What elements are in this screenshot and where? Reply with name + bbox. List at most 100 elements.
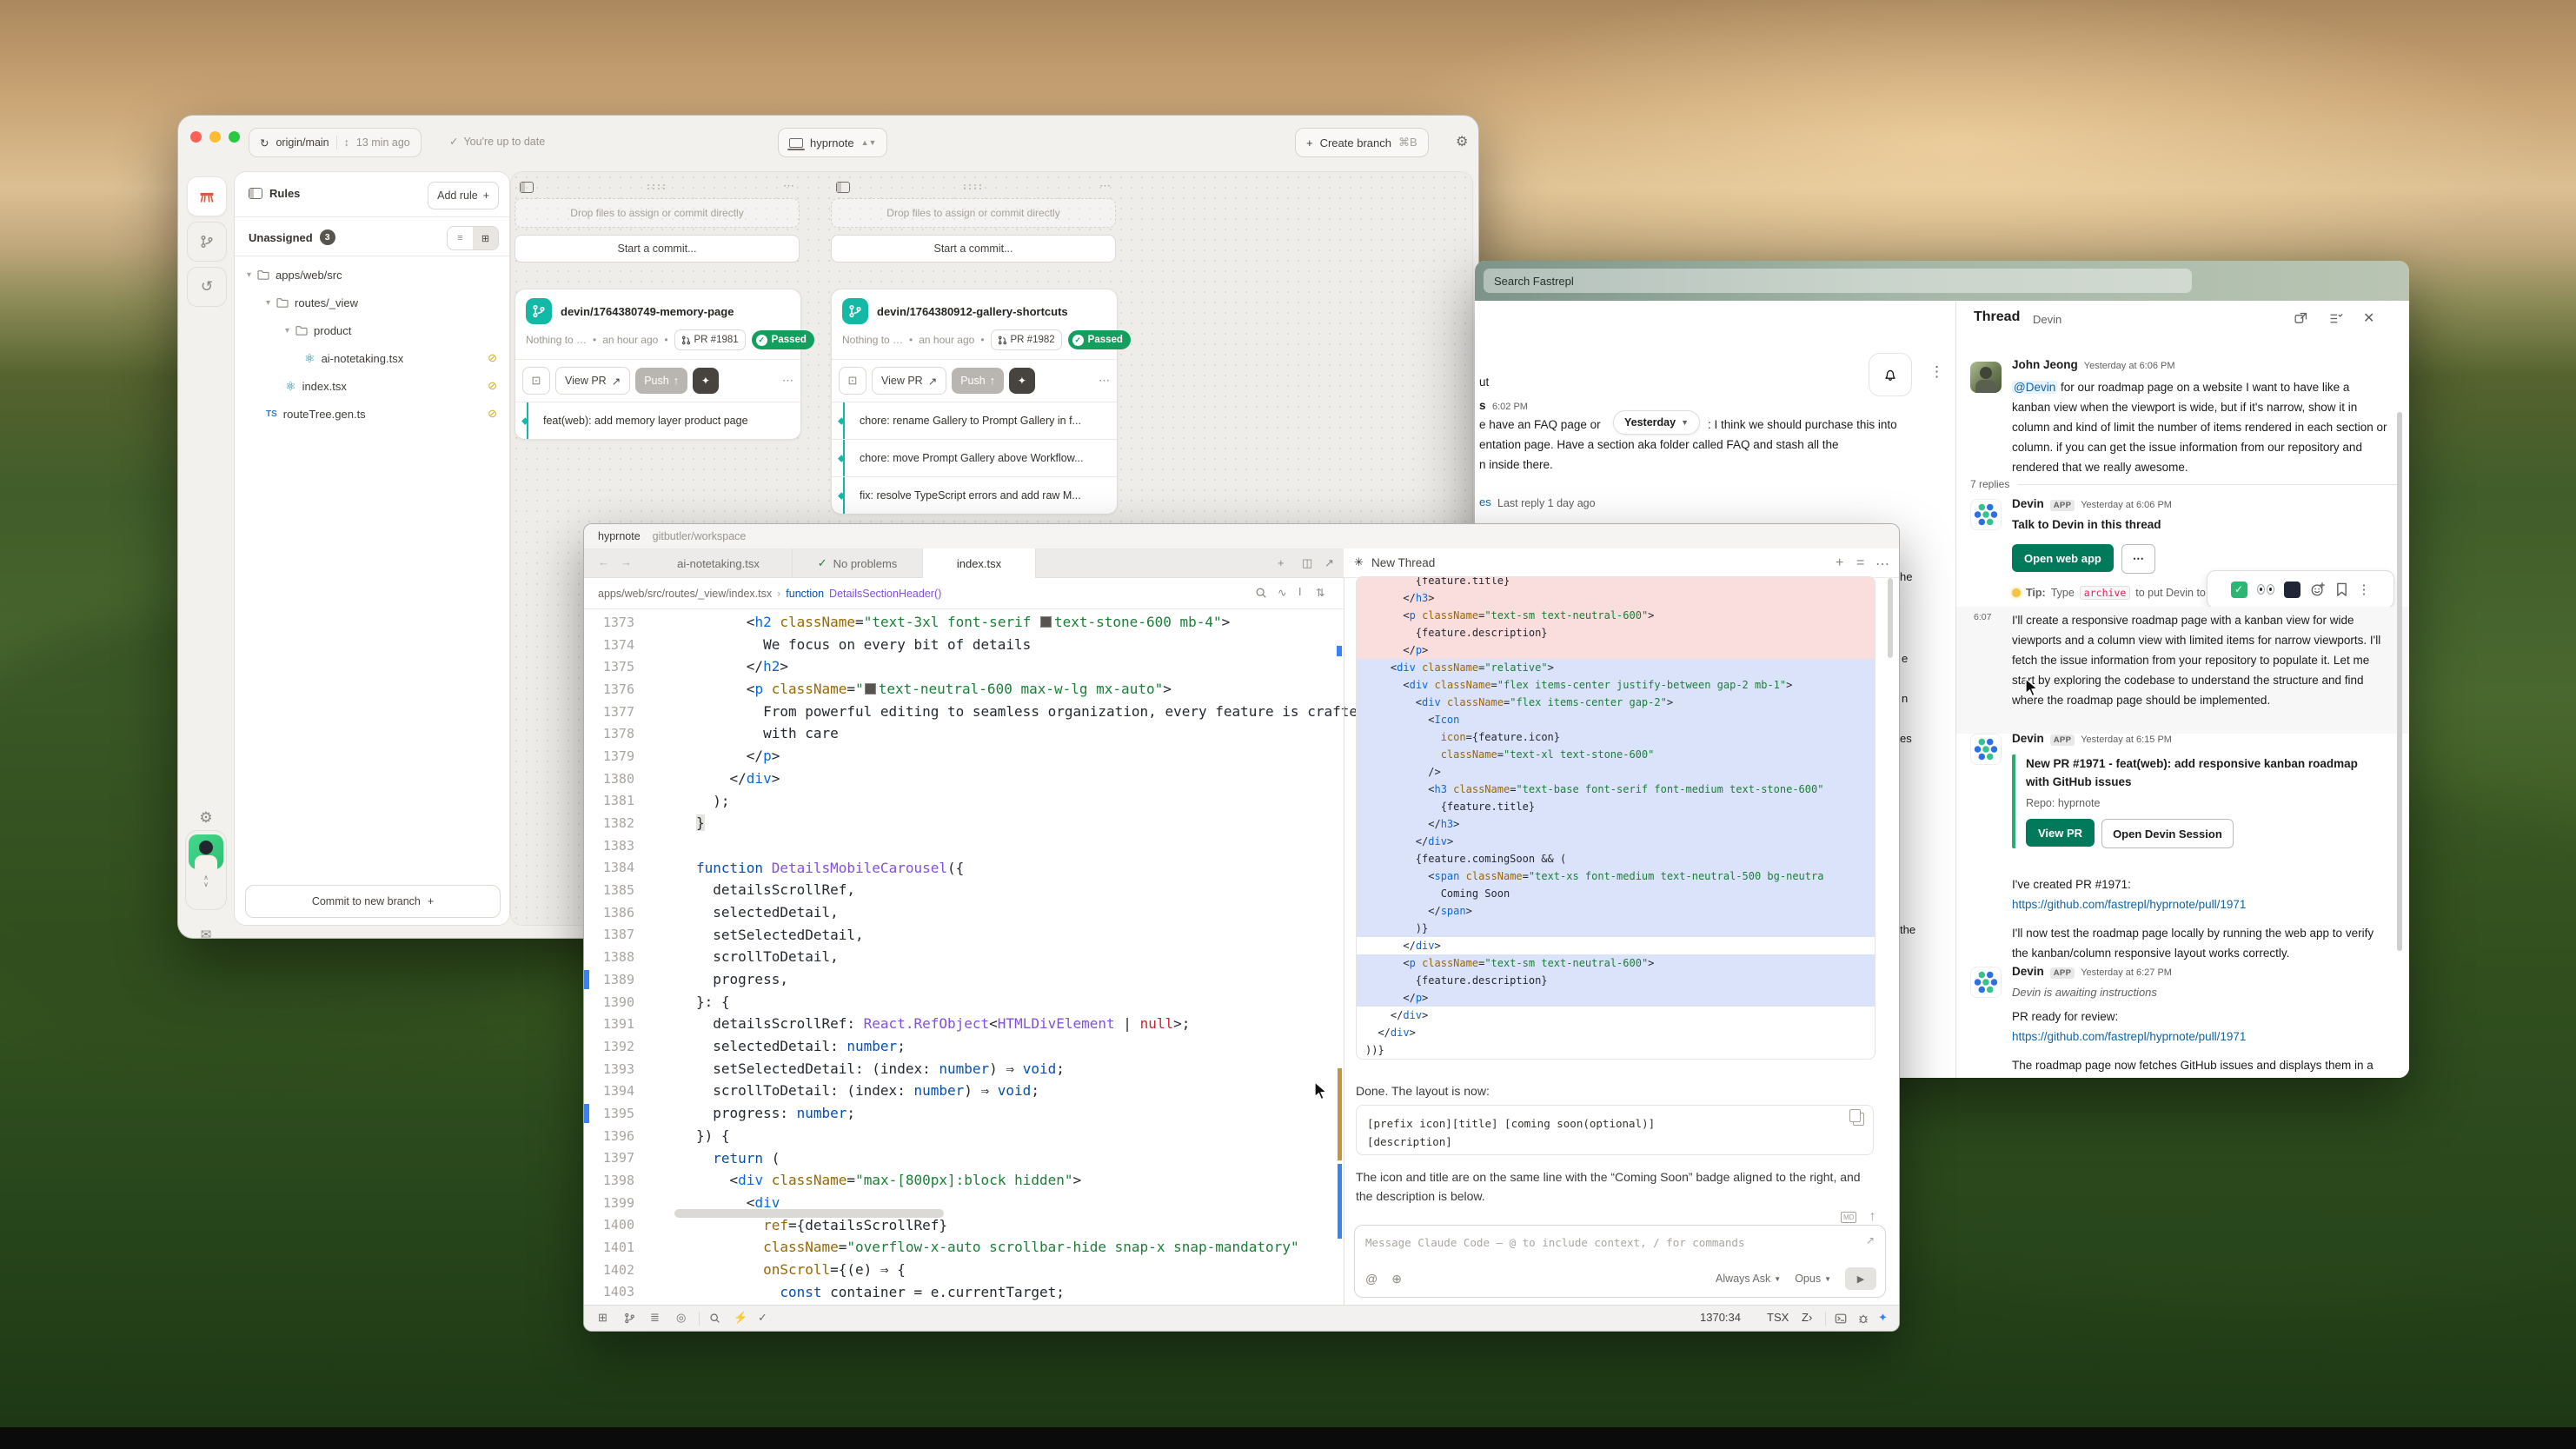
save-for-later-button[interactable]	[2335, 582, 2348, 597]
selection-icon[interactable]: ∿	[1278, 586, 1286, 599]
outline-panel-icon[interactable]: ≣	[650, 1311, 660, 1325]
lane-menu-button[interactable]: ⋯	[1099, 179, 1111, 193]
thread-list-button[interactable]: =	[1856, 555, 1864, 571]
base-branch-button[interactable]: ↻ origin/main ↕ 13 min ago	[249, 128, 422, 157]
scrollbar[interactable]	[2397, 412, 2402, 951]
quick-actions-icon[interactable]: ⚡	[734, 1311, 747, 1325]
branch-card-header[interactable]: devin/1764380749-memory-page	[515, 289, 800, 328]
project-panel-icon[interactable]: ⊞	[598, 1311, 607, 1325]
swap-icon[interactable]: ⇅	[1316, 586, 1325, 599]
ai-actions-button[interactable]: ✦	[1009, 368, 1035, 394]
split-pane-button[interactable]: ◫	[1302, 556, 1312, 570]
branch-card-header[interactable]: devin/1764380912-gallery-shortcuts	[832, 289, 1117, 328]
new-tab-button[interactable]: +	[1278, 556, 1285, 569]
nav-back-button[interactable]: ←	[598, 555, 609, 568]
mention-context-button[interactable]: @	[1365, 1272, 1378, 1286]
ai-actions-button[interactable]: ✦	[693, 368, 719, 394]
pr-link[interactable]: https://github.com/fastrepl/hyprnote/pul…	[2012, 898, 2246, 911]
more-actions-button[interactable]: ⋯	[2121, 544, 2155, 574]
horizontal-scrollbar[interactable]	[674, 1209, 944, 1218]
git-panel-icon[interactable]	[624, 1313, 635, 1324]
pr-badge[interactable]: PR #1981	[674, 329, 746, 350]
branch-menu-button[interactable]: ⋯	[782, 374, 793, 388]
minimize-window-button[interactable]	[209, 131, 221, 143]
feedback-button[interactable]: ✉	[187, 915, 225, 954]
ci-status-badge[interactable]: ✓ Passed	[1068, 330, 1131, 349]
sidebar-item-workspace[interactable]	[187, 176, 227, 216]
thread-replies-link[interactable]: es	[1479, 495, 1491, 508]
workspace-settings-icon[interactable]: ⚙	[1456, 133, 1468, 150]
thread-settings-button[interactable]	[2328, 311, 2343, 326]
tree-item-apps/web/src[interactable]: ▾apps/web/src	[235, 261, 509, 289]
collapse-lane-icon[interactable]	[836, 182, 850, 193]
commit-item[interactable]: ◆fix: resolve TypeScript errors and add …	[832, 476, 1117, 514]
list-view-icon[interactable]: ≡	[448, 227, 473, 249]
more-message-actions-button[interactable]: ⋮	[2358, 582, 2371, 597]
devin-avatar[interactable]	[1970, 734, 2002, 765]
message-timestamp[interactable]: Yesterday at 6:27 PM	[2081, 967, 2172, 978]
close-window-button[interactable]	[190, 131, 202, 143]
markdown-icon[interactable]: MD	[1841, 1212, 1856, 1223]
search-input[interactable]: Search Fastrepl	[1484, 269, 2192, 293]
avatar[interactable]	[1970, 362, 2002, 393]
more-options-button[interactable]: ⋮	[1929, 363, 1944, 381]
project-title[interactable]: hyprnote	[598, 530, 641, 542]
ci-status-badge[interactable]: ✓ Passed	[752, 330, 814, 349]
user-mention[interactable]: @Devin	[2012, 381, 2057, 394]
start-commit-button[interactable]: Start a commit...	[831, 235, 1116, 263]
add-reaction-button[interactable]	[2310, 582, 2326, 597]
devin-reaction-button[interactable]	[2284, 582, 2300, 598]
tree-item-index.tsx[interactable]: ⚛index.tsx⊘	[235, 372, 509, 400]
collab-indicator[interactable]: Z›	[1802, 1311, 1812, 1324]
nav-forward-button[interactable]: →	[621, 555, 632, 568]
panel-menu-button[interactable]: ⋯	[1876, 555, 1889, 573]
debug-icon[interactable]	[1857, 1313, 1869, 1325]
sidebar-item-history[interactable]: ↺	[187, 267, 227, 307]
devin-avatar[interactable]	[1970, 499, 2002, 530]
start-commit-button[interactable]: Start a commit...	[515, 235, 800, 263]
message-timestamp[interactable]: Yesterday at 6:06 PM	[2084, 361, 2175, 371]
cursor-icon[interactable]: I	[1298, 586, 1301, 598]
drop-zone[interactable]: Drop files to assign or commit directly	[831, 198, 1116, 228]
agent-message-input[interactable]: Message Claude Code — @ to include conte…	[1354, 1225, 1886, 1298]
branch-menu-button[interactable]: ⋯	[1099, 374, 1110, 388]
commit-item[interactable]: ◆feat(web): add memory layer product pag…	[515, 402, 800, 439]
lane-menu-button[interactable]: ⋯	[783, 179, 794, 193]
commit-to-new-branch-button[interactable]: Commit to new branch +	[245, 885, 501, 918]
ai-assistant-icon[interactable]: ✦	[1878, 1311, 1888, 1325]
search-icon[interactable]	[709, 1313, 720, 1324]
model-select[interactable]: Opus▼	[1795, 1273, 1831, 1285]
commit-item[interactable]: ◆chore: rename Gallery to Prompt Gallery…	[832, 402, 1117, 439]
open-devin-session-button[interactable]: Open Devin Session	[2101, 819, 2234, 848]
author-name[interactable]: John Jeong	[2012, 358, 2078, 371]
expand-input-icon[interactable]: ↗	[1866, 1234, 1875, 1246]
collab-panel-icon[interactable]: ◎	[676, 1311, 686, 1325]
tree-view-icon[interactable]: ⊞	[473, 227, 498, 249]
expand-pane-button[interactable]: ↗	[1325, 556, 1334, 570]
assign-review-button[interactable]: ⊡	[522, 367, 550, 395]
sidebar-item-branches[interactable]	[187, 222, 227, 262]
account-switcher[interactable]: ∧∨	[185, 830, 227, 910]
scroll-up-icon[interactable]: ↑	[1869, 1209, 1876, 1225]
permission-mode-select[interactable]: Always Ask▼	[1716, 1273, 1781, 1285]
tree-item-routeTree.gen.ts[interactable]: TSrouteTree.gen.ts⊘	[235, 400, 509, 428]
check-reaction-button[interactable]: ✓	[2231, 582, 2247, 598]
view-mode-toggle[interactable]: ≡ ⊞	[447, 226, 499, 250]
add-context-button[interactable]: ⊕	[1391, 1272, 1402, 1286]
author-name[interactable]: Devin	[2012, 965, 2044, 978]
push-button[interactable]: Push↑	[635, 368, 687, 394]
send-button[interactable]: ▶	[1845, 1267, 1876, 1290]
tab-index-tsx[interactable]: index.tsx	[923, 548, 1036, 578]
view-pr-button[interactable]: View PR↗	[555, 367, 630, 395]
scrollbar-thumb[interactable]	[1338, 1068, 1342, 1160]
language-mode[interactable]: TSX	[1767, 1311, 1789, 1324]
new-thread-button[interactable]: +	[1836, 555, 1843, 571]
add-rule-button[interactable]: Add rule +	[428, 182, 499, 209]
tree-item-product[interactable]: ▾product	[235, 316, 509, 344]
close-icon[interactable]: ✕	[2363, 309, 2374, 327]
notifications-button[interactable]	[1869, 353, 1912, 396]
search-icon[interactable]	[1255, 587, 1267, 599]
message-timestamp[interactable]: Yesterday at 6:15 PM	[2081, 734, 2172, 745]
pr-link[interactable]: https://github.com/fastrepl/hyprnote/pul…	[2012, 1030, 2246, 1043]
create-branch-button[interactable]: + Create branch ⌘B	[1295, 128, 1429, 157]
